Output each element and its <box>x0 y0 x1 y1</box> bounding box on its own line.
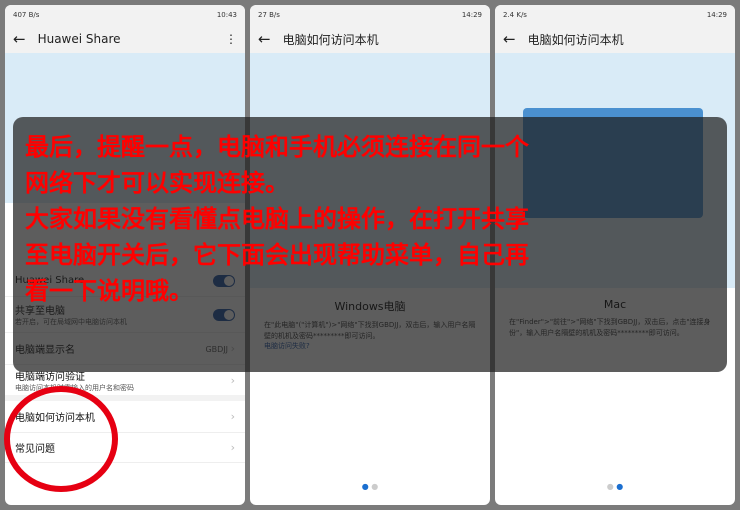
item-pc-display-name[interactable]: 电脑端显示名 GBDJJ › <box>5 333 245 365</box>
chevron-right-icon: › <box>230 373 235 387</box>
chevron-right-icon: › <box>230 410 235 423</box>
back-arrow-icon[interactable]: ← <box>258 30 271 48</box>
access-failed-link[interactable]: 电脑访问失败? <box>264 342 310 350</box>
toggle-share-to-pc[interactable]: 共享至电脑 若开启，可在局域网中电脑访问本机 <box>5 297 245 333</box>
item-label: 电脑端显示名 <box>15 345 75 356</box>
status-bar: 407 B/s 10:43 <box>5 5 245 25</box>
instructions: 在"Finder">"前往">"网络"下找到GBDJJ，双击后，点击"连接身份"… <box>509 318 711 337</box>
phone-screen-huawei-share: 407 B/s 10:43 ← Huawei Share ⋮ Huawei Share… <box>5 5 245 505</box>
illustration <box>5 53 245 203</box>
network-speed: 27 B/s <box>258 11 280 19</box>
toggle-switch[interactable] <box>213 308 235 321</box>
status-bar: 2.4 K/s 14:29 <box>495 5 735 25</box>
toggle-switch[interactable] <box>213 274 235 287</box>
network-speed: 407 B/s <box>13 11 40 19</box>
clock: 14:29 <box>706 11 727 19</box>
app-header: ← 电脑如何访问本机 <box>495 25 735 53</box>
item-sub: 电脑访问本机时需输入的用户名和密码 <box>15 383 134 392</box>
item-pc-access-auth[interactable]: 电脑端访问验证 电脑访问本机时需输入的用户名和密码 › <box>5 365 245 401</box>
clock: 14:29 <box>461 11 482 19</box>
phone-screen-windows: 27 B/s 14:29 ← 电脑如何访问本机 Windows电脑 在"此电脑"("… <box>250 5 490 505</box>
chevron-right-icon: › <box>230 441 235 454</box>
page-indicator: ● ● <box>361 482 379 491</box>
illustration <box>495 53 735 288</box>
item-faq[interactable]: 常见问题 › <box>5 433 245 463</box>
phone-screen-mac: 2.4 K/s 14:29 ← 电脑如何访问本机 Mac 在"Finder">"前往… <box>495 5 735 505</box>
item-label: Huawei Share <box>15 275 85 286</box>
item-label: 共享至电脑 <box>15 306 65 317</box>
illustration <box>250 53 490 288</box>
back-arrow-icon[interactable]: ← <box>13 30 26 48</box>
page-indicator: ● ● <box>606 482 624 491</box>
section-title: Windows电脑 <box>334 300 406 313</box>
app-header: ← Huawei Share ⋮ <box>5 25 245 53</box>
section-title: Mac <box>603 298 627 311</box>
page-title: Huawei Share <box>37 32 121 46</box>
app-header: ← 电脑如何访问本机 <box>250 25 490 53</box>
item-label: 常见问题 <box>15 444 55 455</box>
more-menu-icon[interactable]: ⋮ <box>225 32 237 46</box>
network-speed: 2.4 K/s <box>503 11 527 19</box>
item-how-pc-access[interactable]: 电脑如何访问本机 › <box>5 401 245 433</box>
status-bar: 27 B/s 14:29 <box>250 5 490 25</box>
page-title: 电脑如何访问本机 <box>527 32 624 47</box>
item-label: 电脑端访问验证 <box>15 371 85 383</box>
page-title: 电脑如何访问本机 <box>282 32 379 47</box>
back-arrow-icon[interactable]: ← <box>503 30 516 48</box>
item-sub: 若开启，可在局域网中电脑访问本机 <box>15 318 127 326</box>
toggle-huawei-share[interactable]: Huawei Share <box>5 265 245 297</box>
instructions: 在"此电脑"("计算机")>"网络"下找到GBDJJ，双击后，输入用户名隔壁的机… <box>264 321 476 340</box>
item-value: GBDJJ <box>205 345 229 354</box>
clock: 10:43 <box>216 11 237 19</box>
chevron-right-icon: › <box>230 342 235 355</box>
item-label: 电脑如何访问本机 <box>15 413 95 424</box>
